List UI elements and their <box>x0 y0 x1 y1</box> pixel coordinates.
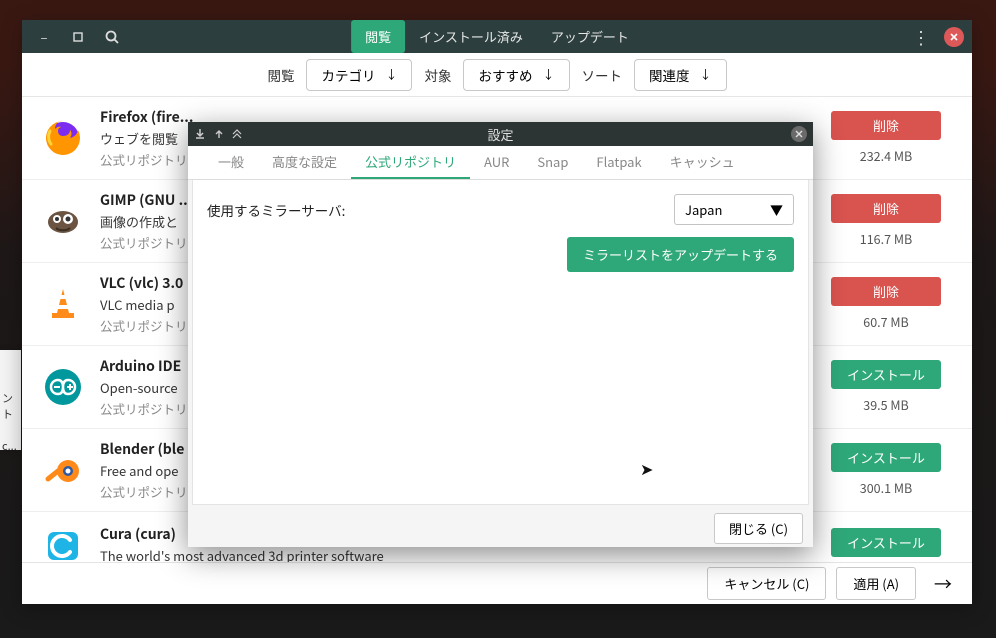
vlc-icon <box>40 281 86 327</box>
menu-button[interactable]: ⋮ <box>908 24 934 50</box>
app-description: The world's most advanced 3d printer sof… <box>100 546 802 563</box>
app-action: インストール 39.5 MB <box>816 360 956 414</box>
dialog-footer: 閉じる (C) <box>188 509 813 547</box>
mirror-select[interactable]: Japan ▼ <box>674 194 794 225</box>
dialog-title: 設定 <box>487 125 513 144</box>
dialog-tab-general[interactable]: 一般 <box>204 146 258 179</box>
chevron-down-icon: ▼ <box>770 200 783 219</box>
filter-category-dropdown[interactable]: カテゴリ ↓ <box>306 59 412 91</box>
filter-target-label: 対象 <box>424 65 451 85</box>
dialog-tabs: 一般 高度な設定 公式リポジトリ AUR Snap Flatpak キャッシュ <box>188 146 813 180</box>
filter-category-value: カテゴリ <box>321 65 375 85</box>
tab-updates[interactable]: アップデート <box>537 20 643 53</box>
filter-browse-label: 閲覧 <box>267 65 294 85</box>
chevron-down-icon: ↓ <box>385 66 397 83</box>
dialog-tab-cache[interactable]: キャッシュ <box>656 146 749 179</box>
mirror-row: 使用するミラーサーバ: Japan ▼ <box>207 194 794 225</box>
dialog-tab-aur[interactable]: AUR <box>470 146 523 179</box>
main-titlebar: – 閲覧 インストール済み アップデート ⋮ <box>22 20 972 53</box>
filter-target-dropdown[interactable]: おすすめ ↓ <box>463 59 569 91</box>
dialog-tab-snap[interactable]: Snap <box>523 146 582 179</box>
filter-bar: 閲覧 カテゴリ ↓ 対象 おすすめ ↓ ソート 関連度 ↓ <box>22 53 972 97</box>
search-button[interactable] <box>98 24 126 50</box>
blender-icon <box>40 447 86 493</box>
edge-text: ント c... <box>2 390 19 450</box>
app-size: 232.4 MB <box>816 146 956 165</box>
dialog-close-icon[interactable] <box>791 126 807 142</box>
install-button[interactable]: インストール <box>831 360 941 389</box>
gimp-icon <box>40 198 86 244</box>
filter-target-value: おすすめ <box>478 65 532 85</box>
dialog-close-button[interactable]: 閉じる (C) <box>714 513 803 544</box>
mirror-value: Japan <box>685 200 722 219</box>
tab-browse[interactable]: 閲覧 <box>351 20 405 53</box>
remove-button[interactable]: 削除 <box>831 111 941 140</box>
header-tabs: 閲覧 インストール済み アップデート <box>351 20 643 53</box>
remove-button[interactable]: 削除 <box>831 277 941 306</box>
dialog-body: 使用するミラーサーバ: Japan ▼ ミラーリストをアップデートする <box>192 180 809 505</box>
chevron-down-icon: ↓ <box>700 66 712 83</box>
minimize-button[interactable]: – <box>30 24 58 50</box>
cancel-button[interactable]: キャンセル (C) <box>707 567 826 600</box>
titlebar-left-controls: – <box>30 24 126 50</box>
background-window-edge: ント c... <box>0 350 21 450</box>
app-size: 116.7 MB <box>816 229 956 248</box>
dialog-titlebar-icons <box>194 128 242 140</box>
cura-icon <box>40 522 86 562</box>
arduino-icon <box>40 364 86 410</box>
install-button[interactable]: インストール <box>831 528 941 557</box>
close-button[interactable] <box>944 27 964 47</box>
install-button[interactable]: インストール <box>831 443 941 472</box>
restore-icon <box>232 129 242 139</box>
app-action: インストール 300.1 MB <box>816 443 956 497</box>
settings-dialog: 設定 一般 高度な設定 公式リポジトリ AUR Snap Flatpak キャッ… <box>188 122 813 547</box>
main-footer: キャンセル (C) 適用 (A) → <box>22 562 972 604</box>
titlebar-right-controls: ⋮ <box>908 24 964 50</box>
app-action: インストール <box>816 528 956 563</box>
dialog-tab-advanced[interactable]: 高度な設定 <box>258 146 351 179</box>
update-mirror-button[interactable]: ミラーリストをアップデートする <box>567 237 794 272</box>
mirror-label: 使用するミラーサーバ: <box>207 200 345 220</box>
apply-button[interactable]: 適用 (A) <box>836 567 916 600</box>
app-action: 削除 232.4 MB <box>816 111 956 165</box>
app-size: 39.5 MB <box>816 395 956 414</box>
dialog-tab-official[interactable]: 公式リポジトリ <box>351 146 470 179</box>
next-button[interactable]: → <box>926 571 960 597</box>
firefox-icon <box>40 115 86 161</box>
remove-button[interactable]: 削除 <box>831 194 941 223</box>
app-action: 削除 60.7 MB <box>816 277 956 331</box>
tab-installed[interactable]: インストール済み <box>405 20 537 53</box>
app-size: 60.7 MB <box>816 312 956 331</box>
filter-sort-dropdown[interactable]: 関連度 ↓ <box>634 59 727 91</box>
app-size: 300.1 MB <box>816 478 956 497</box>
filter-sort-value: 関連度 <box>649 65 690 85</box>
update-row: ミラーリストをアップデートする <box>207 237 794 272</box>
app-action: 削除 116.7 MB <box>816 194 956 248</box>
up-icon <box>214 129 224 139</box>
chevron-down-icon: ↓ <box>542 66 554 83</box>
filter-sort-label: ソート <box>582 65 623 85</box>
dialog-titlebar: 設定 <box>188 122 813 146</box>
maximize-button[interactable] <box>64 24 92 50</box>
dialog-tab-flatpak[interactable]: Flatpak <box>582 146 655 179</box>
download-icon <box>194 128 206 140</box>
